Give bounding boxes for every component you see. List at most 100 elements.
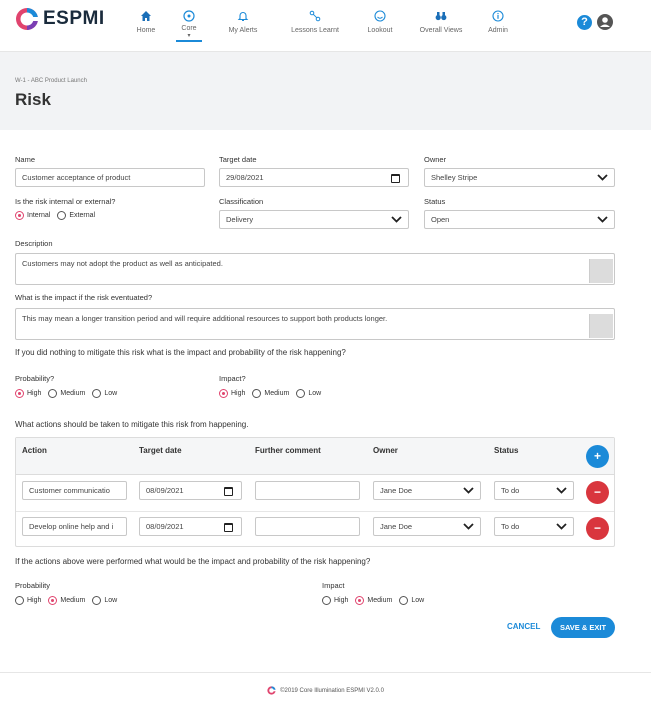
probability-after-high-radio[interactable] [15,596,24,605]
resize-handle[interactable] [589,259,613,283]
internal-radio[interactable] [15,211,24,220]
logo-text: ESPMI [43,8,105,29]
add-action-button[interactable]: + [586,445,609,468]
impact-after-high-radio[interactable] [322,596,331,605]
name-input-value: Customer acceptance of product [22,173,131,182]
probability-after-low-radio[interactable] [92,596,102,605]
nav-core[interactable]: Core ▾ [168,0,210,52]
further-comment-input[interactable] [255,517,360,536]
nav-lookout[interactable]: Lookout [354,0,406,52]
column-header-target-date: Target date [139,446,182,455]
nav-admin[interactable]: Admin [476,0,520,52]
description-label: Description [15,239,53,248]
action-status-select[interactable]: To do [494,517,574,536]
help-icon[interactable]: ? [577,15,592,30]
probability-after-radio-group: High Medium Low [15,596,124,605]
info-icon [492,10,504,22]
probability-high-radio[interactable] [15,389,24,398]
row-divider [16,511,614,512]
app-logo[interactable]: ESPMI [15,7,105,31]
chevron-down-icon [597,216,608,223]
probability-after-low-label: Low [104,597,118,604]
action-target-date-input[interactable]: 08/09/2021 [139,517,242,536]
probability-after-medium-radio[interactable] [48,596,58,605]
nav-core-label: Core [181,25,197,32]
action-target-date-input[interactable]: 08/09/2021 [139,481,242,500]
calendar-icon[interactable] [224,523,233,532]
action-owner-select[interactable]: Jane Doe [373,481,481,500]
top-bar: ESPMI Home Core ▾ My Alerts Lessons Lear… [0,0,651,52]
status-label: Status [424,197,446,206]
action-input[interactable]: Customer communicatio [22,481,127,500]
impact-high-radio[interactable] [219,389,228,398]
actions-table: Action Target date Further comment Owner… [15,437,615,547]
probability-radio-group: High Medium Low [15,389,124,398]
classification-value: Delivery [226,215,254,224]
impact-low-label: Low [308,390,322,397]
action-status-value: To do [501,486,520,495]
nav-home[interactable]: Home [124,0,168,52]
remove-action-button[interactable]: − [586,517,609,540]
owner-label: Owner [424,155,447,164]
footer: ©2019 Core Illumination ESPMI V2.0.0 [0,686,651,695]
action-value: Develop online help and i [29,522,114,531]
action-owner-value: Jane Doe [380,486,413,495]
action-value: Customer communicatio [29,486,110,495]
bell-icon [237,12,249,22]
probability-low-radio[interactable] [92,389,102,398]
espmi-logo-icon [267,686,277,695]
main-nav: Home Core ▾ My Alerts Lessons Learnt Loo… [124,0,520,52]
calendar-icon[interactable] [224,487,233,496]
owner-select[interactable]: Shelley Stripe [424,168,615,187]
user-account-icon[interactable] [597,14,613,30]
name-input[interactable]: Customer acceptance of product [15,168,205,187]
target-date-label: Target date [219,155,257,164]
impact-medium-radio[interactable] [252,389,262,398]
actions-question: What actions should be taken to mitigate… [15,420,249,429]
chevron-down-icon [556,523,567,530]
nav-lessons-learnt[interactable]: Lessons Learnt [276,0,354,52]
nav-home-label: Home [136,27,156,34]
impact-after-low-radio[interactable] [399,596,409,605]
cancel-button[interactable]: CANCEL [507,622,540,631]
breadcrumb[interactable]: W-1 - ABC Product Launch [15,78,87,84]
nodes-icon [309,10,321,22]
save-and-exit-button[interactable]: SAVE & EXIT [551,617,615,638]
after-actions-question: If the actions above were performed what… [15,557,371,566]
impact-low-radio[interactable] [296,389,306,398]
compass-icon [183,10,195,22]
description-textarea[interactable]: Customers may not adopt the product as w… [15,253,615,285]
nav-lookout-label: Lookout [367,27,393,34]
classification-select[interactable]: Delivery [219,210,409,229]
nav-my-alerts[interactable]: My Alerts [210,0,276,52]
probability-medium-radio[interactable] [48,389,58,398]
further-comment-input[interactable] [255,481,360,500]
action-status-select[interactable]: To do [494,481,574,500]
action-status-value: To do [501,522,520,531]
probability-after-medium-label: Medium [60,597,86,604]
chevron-down-icon [556,487,567,494]
column-header-status: Status [494,446,519,455]
impact-after-low-label: Low [411,597,425,604]
nav-admin-label: Admin [488,27,508,34]
classification-label: Classification [219,197,264,206]
remove-action-button[interactable]: − [586,481,609,504]
impact-after-high-label: High [334,597,349,604]
calendar-icon[interactable] [391,174,400,183]
column-header-further-comment: Further comment [255,446,321,455]
action-owner-select[interactable]: Jane Doe [373,517,481,536]
footer-divider [0,672,651,673]
status-select[interactable]: Open [424,210,615,229]
internal-radio-label: Internal [27,212,51,219]
nav-overall-views[interactable]: Overall Views [406,0,476,52]
target-date-input[interactable]: 29/08/2021 [219,168,409,187]
target-icon [374,10,386,22]
action-target-date-value: 08/09/2021 [146,486,184,495]
external-radio[interactable] [57,211,67,220]
do-nothing-question: If you did nothing to mitigate this risk… [15,348,346,357]
action-input[interactable]: Develop online help and i [22,517,127,536]
resize-handle[interactable] [589,314,613,338]
impact-after-medium-radio[interactable] [355,596,365,605]
internal-external-label: Is the risk internal or external? [15,197,116,206]
impact-textarea[interactable]: This may mean a longer transition period… [15,308,615,340]
